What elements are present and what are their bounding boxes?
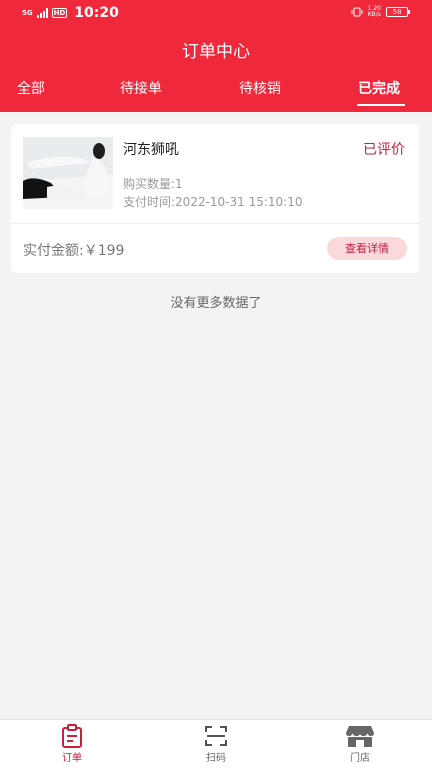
product-image [23,137,113,209]
nav-orders-label: 订单 [62,753,82,764]
store-icon [346,726,374,747]
hd-badge: HD [51,8,68,18]
nav-scan-label: 扫码 [206,753,226,764]
product-photo [23,137,113,209]
product-name: 河东狮吼 [123,142,179,158]
tab-pending-accept[interactable]: 待接单 [120,78,162,98]
clipboard-icon [62,724,82,748]
network-speed: 1.20 KB/s [368,6,381,18]
status-left: 5G HD 10:20 [22,5,119,21]
purchase-quantity: 购买数量:1 [123,177,183,191]
vibrate-icon [351,7,363,17]
scan-icon [205,726,227,746]
speed-unit: KB/s [367,11,381,18]
signal-icon [36,8,48,18]
card-divider [11,223,419,224]
paid-amount: 实付金额:￥199 [23,243,125,259]
order-status: 已评价 [363,142,405,158]
active-tab-indicator [357,104,405,106]
header: 5G HD 10:20 1.20 KB/s 58 订单中心 全部 待接单 待核销… [0,0,432,112]
tab-all[interactable]: 全部 [17,78,45,98]
page-title: 订单中心 [182,42,250,62]
payment-time: 支付时间:2022-10-31 15:10:10 [123,195,303,209]
status-time: 10:20 [74,5,119,21]
order-tabs: 全部 待接单 待核销 已完成 [0,78,432,112]
status-bar: 5G HD 10:20 1.20 KB/s 58 [0,0,432,26]
status-right: 1.20 KB/s 58 [351,6,410,18]
no-more-data-text: 没有更多数据了 [170,296,262,311]
nav-orders[interactable]: 订单 [42,724,102,764]
order-card[interactable]: 河东狮吼 已评价 购买数量:1 支付时间:2022-10-31 15:10:10… [11,124,419,273]
bottom-nav: 订单 扫码 门店 [0,719,432,768]
tab-completed[interactable]: 已完成 [358,78,400,98]
network-label: 5G [22,8,33,17]
nav-store-label: 门店 [350,753,370,764]
battery-icon: 58 [386,7,410,17]
tab-pending-verify[interactable]: 待核销 [239,78,281,98]
nav-scan[interactable]: 扫码 [186,724,246,764]
view-details-button[interactable]: 查看详情 [327,237,407,260]
nav-store[interactable]: 门店 [330,724,390,764]
